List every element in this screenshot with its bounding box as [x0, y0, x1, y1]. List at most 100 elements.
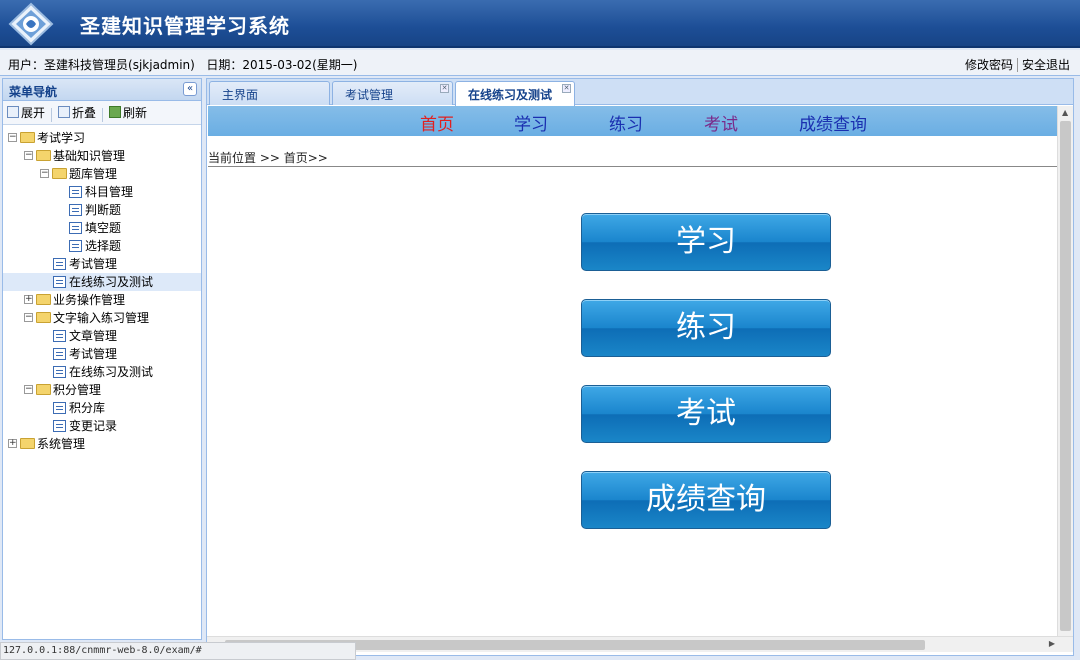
tab-home[interactable]: 主界面 [209, 81, 330, 105]
folder-icon [20, 438, 35, 449]
folder-open-icon [20, 132, 35, 143]
user-links: 修改密码 安全退出 [961, 56, 1074, 73]
user-label: 用户： [8, 58, 45, 72]
collapse-node-icon[interactable]: − [24, 385, 33, 394]
toolbar-divider [102, 107, 104, 122]
refresh-label: 刷新 [123, 105, 148, 120]
expand-node-icon[interactable]: + [24, 295, 33, 304]
expand-icon [7, 106, 19, 118]
tab-online-practice[interactable]: 在线练习及测试 ✕ [455, 81, 575, 106]
vertical-scrollbar[interactable]: ▲ [1057, 106, 1073, 636]
page-icon [69, 186, 82, 198]
folder-open-icon [36, 312, 51, 323]
sidebar-title: 菜单导航 [9, 85, 58, 99]
page-icon [53, 258, 66, 270]
tree-node[interactable]: − 考试学习 [3, 129, 201, 147]
tree-node[interactable]: − 文字输入练习管理 [3, 309, 201, 327]
tree-node-label: 考试学习 [37, 131, 86, 145]
tab-strip: 主界面 考试管理 ✕ 在线练习及测试 ✕ [207, 79, 1073, 106]
tab-label: 考试管理 [345, 88, 394, 102]
tree-node[interactable]: 变更记录 [3, 417, 201, 435]
tree-node[interactable]: 积分库 [3, 399, 201, 417]
tree-node-label: 题库管理 [69, 167, 118, 181]
collapse-node-icon[interactable]: − [40, 169, 49, 178]
user-info: 用户：圣建科技管理员(sjkjadmin) 日期：2015-03-02(星期一) [8, 56, 357, 73]
tree-node[interactable]: − 题库管理 [3, 165, 201, 183]
date-label: 日期： [206, 58, 243, 72]
nav-tree: − 考试学习 − 基础知识管理 − 题库管理 科目管理 判断题 填空题 选择题 … [3, 125, 201, 453]
tree-node-label: 在线练习及测试 [69, 275, 154, 289]
change-password-link[interactable]: 修改密码 [961, 58, 1017, 72]
collapse-label: 折叠 [72, 105, 97, 120]
page-icon [53, 348, 66, 360]
practice-button[interactable]: 练习 [581, 299, 831, 357]
scores-button[interactable]: 成绩查询 [581, 471, 831, 529]
nav-scores-link[interactable]: 成绩查询 [799, 110, 867, 135]
page-icon [53, 276, 66, 288]
main-panel: 主界面 考试管理 ✕ 在线练习及测试 ✕ 首页 学习 练习 考试 成绩查询 当前… [206, 78, 1074, 656]
page-icon [53, 330, 66, 342]
tree-node[interactable]: 文章管理 [3, 327, 201, 345]
tree-node[interactable]: 填空题 [3, 219, 201, 237]
tree-node[interactable]: − 基础知识管理 [3, 147, 201, 165]
collapse-sidebar-icon[interactable]: « [183, 82, 197, 96]
page-icon [69, 204, 82, 216]
expand-button[interactable]: 展开 [7, 104, 45, 120]
tree-node-label: 判断题 [85, 203, 122, 217]
tree-node-label: 变更记录 [69, 419, 118, 433]
tree-node-label: 考试管理 [69, 257, 118, 271]
nav-practice-link[interactable]: 练习 [609, 110, 643, 135]
scroll-up-icon[interactable]: ▲ [1062, 108, 1068, 117]
close-icon[interactable]: ✕ [440, 84, 449, 93]
close-icon[interactable]: ✕ [562, 84, 571, 93]
tree-node[interactable]: − 积分管理 [3, 381, 201, 399]
breadcrumb: 当前位置 >> 首页>> [208, 149, 1057, 167]
collapse-button[interactable]: 折叠 [58, 104, 96, 120]
app-header: 圣建知识管理学习系统 [0, 0, 1080, 48]
tree-node[interactable]: + 业务操作管理 [3, 291, 201, 309]
study-button[interactable]: 学习 [581, 213, 831, 271]
sidebar-toolbar: 展开 折叠 刷新 [3, 101, 201, 125]
tree-node-label: 系统管理 [37, 437, 86, 451]
page-icon [69, 240, 82, 252]
scroll-right-icon[interactable]: ▶ [1049, 639, 1055, 648]
tree-node-label: 积分库 [69, 401, 106, 415]
tree-node[interactable]: 科目管理 [3, 183, 201, 201]
tree-node[interactable]: 判断题 [3, 201, 201, 219]
collapse-node-icon[interactable]: − [24, 151, 33, 160]
collapse-node-icon[interactable]: − [24, 313, 33, 322]
logo-icon [8, 2, 54, 46]
tab-exam-management[interactable]: 考试管理 ✕ [332, 81, 453, 105]
exam-button[interactable]: 考试 [581, 385, 831, 443]
sidebar-header: 菜单导航 « [3, 79, 201, 101]
tree-node[interactable]: 选择题 [3, 237, 201, 255]
tree-node[interactable]: 在线练习及测试 [3, 363, 201, 381]
nav-exam-link[interactable]: 考试 [704, 110, 738, 135]
tree-node-label: 业务操作管理 [53, 293, 126, 307]
tree-node-label: 选择题 [85, 239, 122, 253]
sidebar: 菜单导航 « 展开 折叠 刷新 − 考试学习 − 基础知识管理 − 题库管理 科目管… [2, 78, 202, 640]
app-title: 圣建知识管理学习系统 [80, 14, 290, 38]
tree-node-label: 在线练习及测试 [69, 365, 154, 379]
refresh-button[interactable]: 刷新 [109, 104, 147, 120]
tree-node-label: 基础知识管理 [53, 149, 126, 163]
nav-home-link[interactable]: 首页 [420, 110, 454, 135]
logout-link[interactable]: 安全退出 [1016, 58, 1074, 72]
nav-study-link[interactable]: 学习 [514, 110, 548, 135]
folder-icon [36, 294, 51, 305]
tree-node[interactable]: 考试管理 [3, 345, 201, 363]
tree-node[interactable]: 考试管理 [3, 255, 201, 273]
tree-node-label: 科目管理 [85, 185, 134, 199]
expand-node-icon[interactable]: + [8, 439, 17, 448]
page-icon [53, 420, 66, 432]
collapse-node-icon[interactable]: − [8, 133, 17, 142]
tree-node-label: 填空题 [85, 221, 122, 235]
toolbar-divider [51, 107, 53, 122]
scroll-thumb[interactable] [1060, 121, 1071, 631]
tree-node[interactable]: + 系统管理 [3, 435, 201, 453]
tab-label: 在线练习及测试 [468, 88, 553, 102]
folder-open-icon [52, 168, 67, 179]
status-url: 127.0.0.1:88/cnmmr-web-8.0/exam/# [0, 642, 356, 660]
tree-node-selected[interactable]: 在线练习及测试 [3, 273, 201, 291]
date-value: 2015-03-02(星期一) [242, 58, 358, 72]
